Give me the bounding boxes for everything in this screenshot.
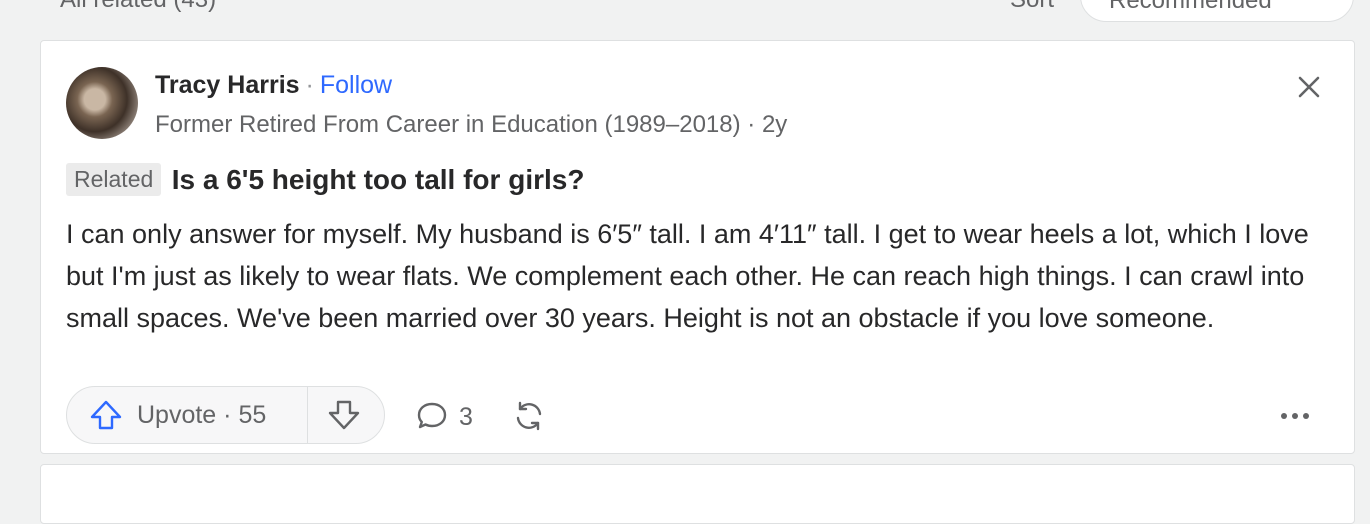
credential-text[interactable]: Former Retired From Career in Education …: [155, 111, 741, 138]
arrow-up-icon: [90, 400, 122, 430]
sort-label: Sort: [1010, 0, 1054, 14]
upvote-text: Upvote · 55: [137, 401, 266, 430]
comment-count: 3: [459, 403, 473, 431]
close-icon: [1298, 76, 1320, 98]
author-row: Tracy Harris · Follow: [155, 71, 392, 100]
separator-dot: ·: [305, 71, 314, 99]
sort-dropdown-value: Recommended: [1109, 0, 1272, 14]
related-question-row: Related Is a 6'5 height too tall for gir…: [66, 163, 584, 196]
related-filter[interactable]: All related (43): [60, 0, 216, 14]
arrow-down-icon: [328, 400, 360, 430]
feed-header: All related (43) Sort Recommended: [0, 0, 1370, 40]
upvote-label: Upvote: [137, 401, 217, 429]
related-tag: Related: [66, 163, 162, 196]
share-button[interactable]: [511, 398, 547, 434]
follow-button[interactable]: Follow: [320, 71, 392, 99]
upvote-button[interactable]: Upvote · 55: [67, 387, 307, 443]
question-title[interactable]: Is a 6'5 height too tall for girls?: [172, 164, 585, 195]
time-separator: ·: [747, 111, 756, 138]
next-answer-card: [40, 464, 1355, 524]
share-rotate-icon: [516, 401, 542, 431]
answer-body: I can only answer for myself. My husband…: [66, 219, 1309, 333]
sort-dropdown[interactable]: Recommended: [1080, 0, 1354, 22]
upvote-count: 55: [238, 401, 267, 429]
avatar[interactable]: [66, 67, 138, 139]
vote-controls: Upvote · 55: [66, 386, 385, 444]
answer-card: Tracy Harris · Follow Former Retired From …: [40, 40, 1355, 454]
downvote-button[interactable]: [308, 387, 384, 443]
more-horizontal-icon: [1281, 413, 1309, 419]
comment-bubble-icon: [417, 402, 447, 429]
upvote-separator: ·: [223, 401, 232, 429]
answer-time[interactable]: 2y: [762, 111, 787, 138]
close-button[interactable]: [1291, 69, 1327, 105]
author-name[interactable]: Tracy Harris: [155, 71, 300, 99]
more-options-button[interactable]: [1277, 401, 1313, 431]
author-credential: Former Retired From Career in Education …: [155, 111, 787, 139]
